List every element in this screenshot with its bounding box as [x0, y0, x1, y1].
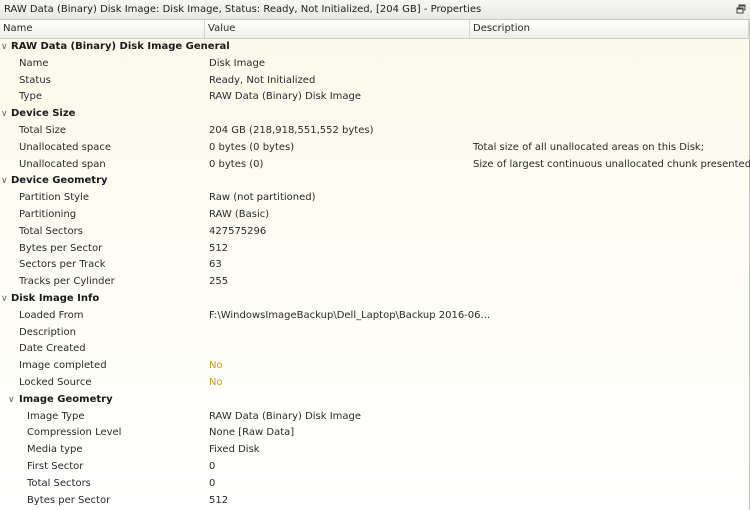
property-name: Description: [19, 326, 76, 338]
property-name: Media type: [27, 444, 83, 456]
property-value-warning: No: [209, 376, 223, 388]
property-row[interactable]: Status Ready, Not Initialized: [0, 73, 749, 90]
property-name: Image completed: [19, 360, 107, 372]
property-row[interactable]: Loaded From F:\WindowsImageBackup\Dell_L…: [0, 308, 749, 325]
property-row[interactable]: Type RAW Data (Binary) Disk Image: [0, 89, 749, 106]
chevron-down-icon[interactable]: ∨: [1, 39, 10, 56]
property-name: Tracks per Cylinder: [19, 276, 115, 288]
property-name: Bytes per Sector: [19, 242, 103, 254]
property-row[interactable]: Bytes per Sector 512: [0, 241, 749, 258]
property-name: Partitioning: [19, 208, 77, 220]
column-header-name[interactable]: Name: [0, 20, 205, 38]
property-name: Compression Level: [27, 427, 122, 439]
property-value: RAW Data (Binary) Disk Image: [209, 91, 362, 103]
group-title: Device Geometry: [11, 175, 108, 187]
property-name: Partition Style: [19, 192, 89, 204]
property-row[interactable]: Total Sectors 427575296: [0, 224, 749, 241]
title-bar: RAW Data (Binary) Disk Image: Disk Image…: [0, 0, 750, 20]
property-row[interactable]: Description: [0, 325, 749, 342]
property-name: Locked Source: [19, 376, 92, 388]
property-name: Total Sectors: [19, 225, 83, 237]
property-name: Date Created: [19, 343, 86, 355]
chevron-down-icon[interactable]: ∨: [8, 392, 17, 409]
property-value: 512: [209, 242, 229, 254]
group-device-size[interactable]: ∨ Device Size: [0, 106, 749, 123]
property-value: 427575296: [209, 225, 267, 237]
property-row[interactable]: Date Created: [0, 341, 749, 358]
group-title: Image Geometry: [19, 393, 113, 405]
property-value: 512: [209, 494, 229, 506]
property-row[interactable]: Image Type RAW Data (Binary) Disk Image: [0, 409, 749, 426]
property-list: ∨ RAW Data (Binary) Disk Image General N…: [0, 39, 750, 510]
property-name: Total Size: [19, 124, 67, 136]
property-row[interactable]: Unallocated span 0 bytes (0) Size of lar…: [0, 157, 750, 174]
property-name: Unallocated space: [19, 141, 112, 153]
property-row[interactable]: Media type Fixed Disk: [0, 442, 749, 459]
property-row[interactable]: Image completed No: [0, 358, 749, 375]
property-value: 0: [209, 477, 216, 489]
group-disk-image-info[interactable]: ∨ Disk Image Info: [0, 291, 749, 308]
property-row[interactable]: Unallocated space 0 bytes (0 bytes) Tota…: [0, 140, 749, 157]
property-value: Disk Image: [209, 57, 265, 69]
property-value: 63: [209, 259, 222, 271]
property-row[interactable]: Name Disk Image: [0, 56, 749, 73]
property-value: RAW Data (Binary) Disk Image: [209, 410, 362, 422]
property-value: Ready, Not Initialized: [209, 74, 316, 86]
property-name: Status: [19, 74, 51, 86]
property-value: Raw (not partitioned): [209, 192, 316, 204]
column-header-description[interactable]: Description: [470, 20, 749, 38]
property-row[interactable]: Compression Level None [Raw Data]: [0, 425, 749, 442]
property-value: RAW (Basic): [209, 208, 270, 220]
property-name: Bytes per Sector: [27, 494, 111, 506]
property-name: Image Type: [27, 410, 85, 422]
chevron-down-icon[interactable]: ∨: [1, 173, 10, 190]
property-row[interactable]: Partition Style Raw (not partitioned): [0, 190, 749, 207]
group-title: Device Size: [11, 108, 76, 120]
property-name: Sectors per Track: [19, 259, 106, 271]
property-row[interactable]: Locked Source No: [0, 375, 749, 392]
properties-window: RAW Data (Binary) Disk Image: Disk Image…: [0, 0, 750, 510]
property-value: 204 GB (218,918,551,552 bytes): [209, 124, 374, 136]
property-description: Total size of all unallocated areas on t…: [473, 141, 705, 153]
property-name: Total Sectors: [27, 477, 91, 489]
property-row[interactable]: Partitioning RAW (Basic): [0, 207, 749, 224]
window-title: RAW Data (Binary) Disk Image: Disk Image…: [4, 4, 482, 15]
property-name: Loaded From: [19, 309, 84, 321]
chevron-down-icon[interactable]: ∨: [1, 106, 10, 123]
chevron-down-icon[interactable]: ∨: [1, 291, 10, 308]
property-value: 0 bytes (0 bytes): [209, 141, 295, 153]
column-header-row: Name Value Description: [0, 20, 750, 39]
property-name: First Sector: [27, 460, 84, 472]
property-name: Type: [19, 91, 42, 103]
group-title: RAW Data (Binary) Disk Image General: [11, 41, 230, 52]
property-value: None [Raw Data]: [209, 427, 295, 439]
property-name: Unallocated span: [19, 158, 106, 170]
group-image-geometry[interactable]: ∨ Image Geometry: [0, 392, 749, 409]
property-row[interactable]: Total Sectors 0: [0, 476, 749, 493]
column-header-value[interactable]: Value: [205, 20, 470, 38]
property-value: 255: [209, 276, 229, 288]
property-row[interactable]: Bytes per Sector 512: [0, 493, 749, 510]
property-value: F:\WindowsImageBackup\Dell_Laptop\Backup…: [209, 309, 491, 321]
property-row[interactable]: Sectors per Track 63: [0, 257, 749, 274]
property-row[interactable]: Total Size 204 GB (218,918,551,552 bytes…: [0, 123, 749, 140]
group-title: Disk Image Info: [11, 292, 100, 304]
property-row[interactable]: First Sector 0: [0, 459, 749, 476]
property-value: 0 bytes (0): [209, 158, 264, 170]
property-name: Name: [19, 57, 49, 69]
restore-window-icon[interactable]: [736, 4, 746, 14]
property-row[interactable]: Tracks per Cylinder 255: [0, 274, 749, 291]
property-description: Size of largest continuous unallocated c…: [473, 158, 750, 170]
property-value-warning: No: [209, 360, 223, 372]
property-value: Fixed Disk: [209, 444, 260, 456]
group-general[interactable]: ∨ RAW Data (Binary) Disk Image General: [0, 39, 749, 56]
group-device-geometry[interactable]: ∨ Device Geometry: [0, 173, 749, 190]
property-value: 0: [209, 460, 216, 472]
